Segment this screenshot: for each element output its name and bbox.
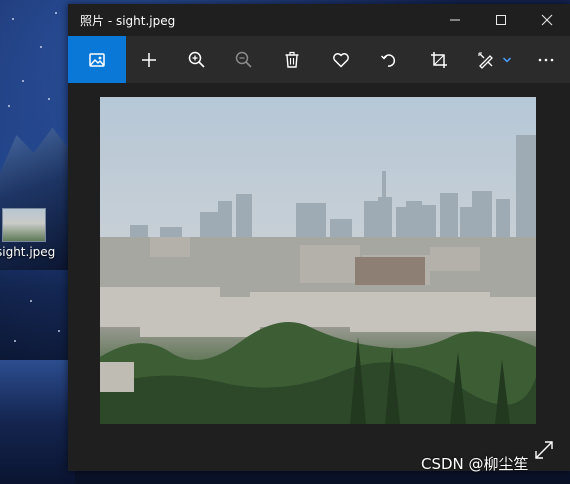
- edit-icon: [478, 51, 493, 69]
- close-icon: [541, 14, 553, 26]
- more-options-button[interactable]: [523, 36, 569, 83]
- fullscreen-button[interactable]: [531, 437, 557, 463]
- watermark-text: CSDN @柳尘笙: [421, 455, 529, 473]
- zoom-in-button[interactable]: [174, 36, 220, 83]
- view-photo-button[interactable]: [68, 36, 126, 83]
- maximize-button[interactable]: [478, 4, 524, 36]
- add-icon: [142, 52, 156, 67]
- maximize-icon: [496, 15, 506, 25]
- delete-button[interactable]: [269, 36, 315, 83]
- file-label: sight.jpeg: [0, 245, 56, 259]
- rotate-button[interactable]: [366, 36, 412, 83]
- zoom-out-button[interactable]: [221, 36, 267, 83]
- photo-canvas: [68, 83, 570, 471]
- close-button[interactable]: [524, 4, 570, 36]
- heart-icon: [333, 52, 349, 67]
- image-view-icon: [89, 52, 105, 67]
- chevron-down-icon: [502, 56, 512, 63]
- toolbar: [68, 36, 570, 83]
- title-bar[interactable]: 照片 - sight.jpeg: [68, 4, 570, 36]
- expand-icon: [535, 441, 553, 459]
- zoom-in-icon: [188, 51, 205, 68]
- crop-icon: [431, 51, 447, 68]
- rotate-icon: [380, 53, 396, 67]
- lake-wallpaper: [0, 360, 75, 484]
- zoom-out-icon: [235, 51, 252, 68]
- favorite-button[interactable]: [318, 36, 364, 83]
- crop-button[interactable]: [416, 36, 462, 83]
- file-thumbnail: [2, 208, 46, 242]
- delete-icon: [285, 51, 299, 68]
- cityscape-photo: [100, 97, 536, 424]
- minimize-icon: [450, 19, 460, 21]
- photos-window: 照片 - sight.jpeg: [68, 4, 570, 471]
- window-title: 照片 - sight.jpeg: [80, 14, 176, 28]
- more-icon: [538, 58, 554, 61]
- edit-create-button[interactable]: [465, 36, 523, 83]
- minimize-button[interactable]: [432, 4, 478, 36]
- photo-image[interactable]: [100, 97, 536, 424]
- add-button[interactable]: [126, 36, 172, 83]
